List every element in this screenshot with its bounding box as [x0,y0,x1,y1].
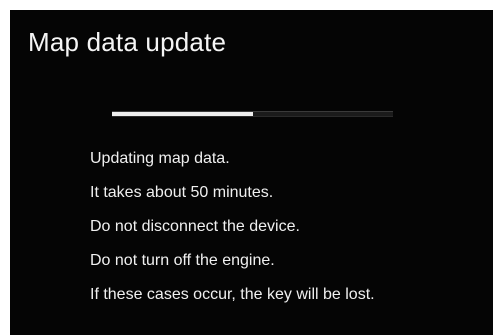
update-progress-bar [112,111,393,117]
status-message-updating: Updating map data. [90,150,230,167]
status-message-disconnect-warning: Do not disconnect the device. [90,218,300,235]
update-progress-fill [112,112,253,116]
status-message-duration: It takes about 50 minutes. [90,184,274,201]
page-title: Map data update [28,27,227,57]
map-update-screen: Map data update Updating map data. It ta… [10,10,493,335]
status-message-key-loss-warning: If these cases occur, the key will be lo… [90,286,375,303]
status-message-engine-warning: Do not turn off the engine. [90,252,275,269]
status-message-list: Updating map data. It takes about 50 min… [90,151,375,321]
